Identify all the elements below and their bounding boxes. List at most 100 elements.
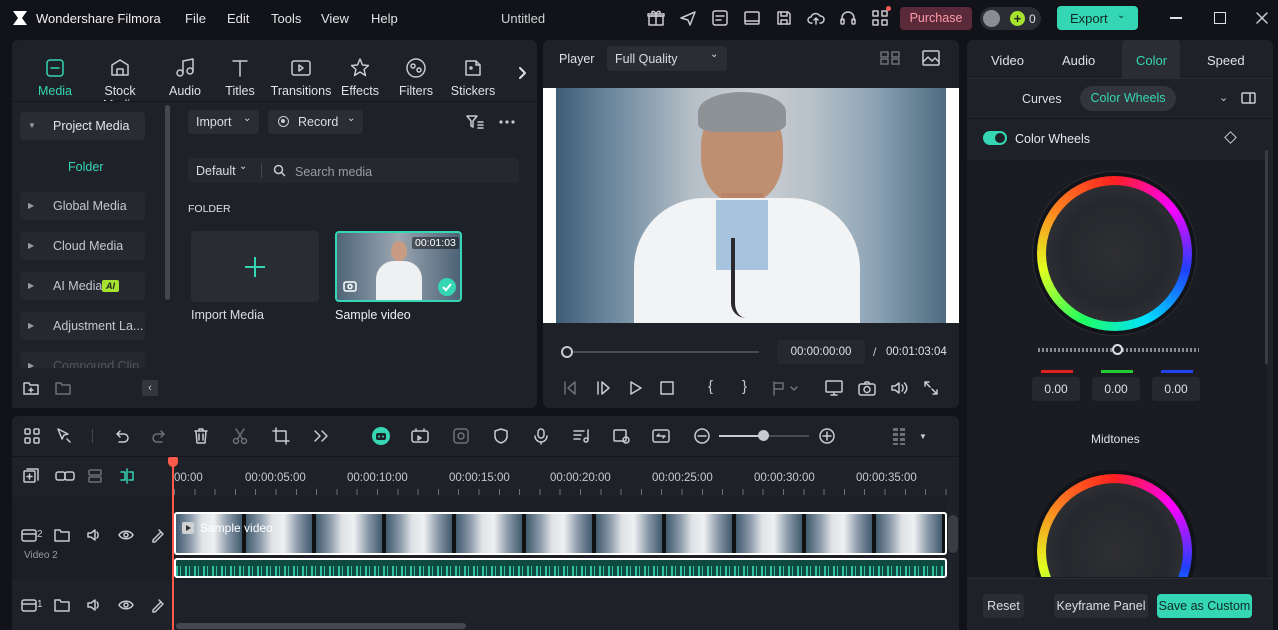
zoom-out-icon[interactable] — [693, 427, 711, 445]
ai-companion-icon[interactable] — [371, 426, 391, 446]
tool-media[interactable]: Media — [23, 56, 87, 98]
sort-dropdown[interactable]: Default ⌄ — [196, 161, 256, 179]
display-icon[interactable] — [825, 380, 843, 396]
apps-grid-icon[interactable] — [871, 9, 889, 27]
quality-dropdown[interactable]: Full Quality ⌄ — [607, 46, 727, 71]
sample-video-thumbnail[interactable]: 00:01:03 — [335, 231, 462, 302]
more-options-icon[interactable] — [498, 114, 516, 130]
close-button[interactable] — [1254, 10, 1270, 26]
timeline-hscrollbar[interactable] — [176, 623, 466, 629]
save-icon[interactable] — [775, 9, 793, 27]
sidebar-item-global-media[interactable]: ▶ Global Media — [20, 192, 145, 220]
reset-button[interactable]: Reset — [983, 594, 1024, 618]
ai-tool-icon[interactable] — [711, 9, 729, 27]
midtones-color-wheel[interactable] — [1033, 470, 1196, 577]
headset-icon[interactable] — [839, 9, 857, 27]
speaker-icon[interactable] — [86, 527, 102, 543]
tool-stickers[interactable]: Stickers — [441, 56, 505, 98]
tool-titles[interactable]: Titles — [208, 56, 272, 98]
stop-icon[interactable] — [660, 381, 674, 395]
sidebar-item-project-media[interactable]: ▼ Project Media — [20, 112, 145, 140]
stabilize-icon[interactable] — [452, 427, 470, 445]
more-tools-icon[interactable] — [312, 427, 330, 445]
menu-view[interactable]: View — [321, 11, 349, 26]
lock-edit-icon[interactable] — [150, 597, 166, 613]
menu-edit[interactable]: Edit — [227, 11, 249, 26]
layout-grid-icon[interactable] — [23, 427, 41, 445]
panel-scrollbar[interactable] — [1265, 150, 1268, 364]
save-as-custom-button[interactable]: Save as Custom — [1157, 594, 1252, 618]
minimize-button[interactable] — [1170, 17, 1182, 19]
auto-reframe-icon[interactable] — [612, 427, 630, 445]
sidebar-item-compound-clip[interactable]: ▶ Compound Clip — [20, 352, 145, 368]
mark-in-icon[interactable]: { — [708, 378, 713, 395]
color-wheels-toggle[interactable] — [983, 131, 1007, 145]
sidebar-item-ai-media[interactable]: ▶ AI Media AI — [20, 272, 145, 300]
speaker-icon[interactable] — [86, 597, 102, 613]
chevron-down-icon[interactable]: ⌄ — [1219, 91, 1228, 104]
playhead-handle[interactable] — [561, 346, 573, 358]
tool-transitions[interactable]: Transitions — [269, 56, 333, 98]
audio-clip[interactable] — [174, 558, 947, 578]
search-input[interactable]: Search media — [295, 165, 372, 179]
lock-edit-icon[interactable] — [150, 527, 166, 543]
sidebar-folder[interactable]: Folder — [68, 160, 103, 174]
import-dropdown[interactable]: Import ⌄ — [188, 110, 259, 134]
caret-down-icon[interactable]: ▼ — [919, 432, 927, 441]
subtab-curves[interactable]: Curves — [1022, 92, 1062, 106]
playhead-track[interactable] — [566, 351, 759, 353]
undo-icon[interactable] — [112, 427, 130, 445]
subtab-color-wheels[interactable]: Color Wheels — [1080, 86, 1176, 111]
link-icon[interactable] — [55, 468, 75, 484]
snapshot-image-icon[interactable] — [922, 50, 940, 66]
sidebar-item-adjustment-layer[interactable]: ▶ Adjustment La... — [20, 312, 145, 340]
chevron-right-icon[interactable] — [515, 64, 529, 82]
current-time[interactable]: 00:00:00:00 — [777, 340, 865, 364]
collapse-sidebar-button[interactable]: ‹ — [142, 380, 158, 396]
next-frame-icon[interactable] — [595, 380, 611, 396]
menu-file[interactable]: File — [185, 11, 206, 26]
brightness-handle[interactable] — [1112, 344, 1123, 355]
split-screen-icon[interactable] — [652, 427, 670, 445]
red-value-input[interactable]: 0.00 — [1032, 377, 1080, 401]
track-manage-icon[interactable] — [87, 468, 103, 484]
folder-icon[interactable] — [55, 380, 71, 396]
account-pill[interactable]: + 0 — [980, 7, 1041, 30]
eye-icon[interactable] — [118, 597, 134, 613]
timeline-playhead[interactable] — [172, 457, 174, 630]
marker-icon[interactable] — [771, 380, 799, 396]
cut-icon[interactable] — [231, 427, 249, 445]
folder-icon[interactable] — [54, 597, 70, 613]
tab-color[interactable]: Color — [1136, 53, 1167, 68]
microphone-icon[interactable] — [532, 427, 550, 445]
snap-icon[interactable] — [119, 468, 135, 484]
select-tool-icon[interactable] — [55, 427, 73, 445]
eye-icon[interactable] — [118, 527, 134, 543]
delete-icon[interactable] — [192, 427, 210, 445]
sidebar-item-cloud-media[interactable]: ▶ Cloud Media — [20, 232, 145, 260]
layout-icon[interactable] — [743, 9, 761, 27]
ai-video-icon[interactable] — [411, 427, 429, 445]
sidebar-scrollbar[interactable] — [165, 105, 170, 300]
filter-icon[interactable] — [466, 114, 484, 130]
tool-filters[interactable]: Filters — [384, 56, 448, 98]
panel-layout-icon[interactable] — [1241, 92, 1256, 104]
tab-video[interactable]: Video — [991, 53, 1024, 68]
grid-view-icon[interactable] — [880, 51, 900, 65]
purchase-button[interactable]: Purchase — [900, 7, 972, 30]
fullscreen-icon[interactable] — [923, 380, 939, 396]
new-folder-icon[interactable] — [23, 380, 39, 396]
redo-icon[interactable] — [151, 427, 169, 445]
import-media-tile[interactable] — [191, 231, 319, 302]
menu-tools[interactable]: Tools — [271, 11, 301, 26]
crop-icon[interactable] — [272, 427, 290, 445]
mark-out-icon[interactable]: } — [742, 378, 747, 395]
play-icon[interactable] — [628, 380, 644, 396]
snapshot-icon[interactable] — [858, 380, 876, 396]
cloud-upload-icon[interactable] — [807, 9, 825, 27]
shield-icon[interactable] — [492, 427, 510, 445]
menu-help[interactable]: Help — [371, 11, 398, 26]
record-dropdown[interactable]: Record ⌄ — [268, 110, 363, 134]
keyframe-panel-button[interactable]: Keyframe Panel — [1054, 594, 1148, 618]
highlights-color-wheel[interactable] — [1033, 172, 1196, 335]
